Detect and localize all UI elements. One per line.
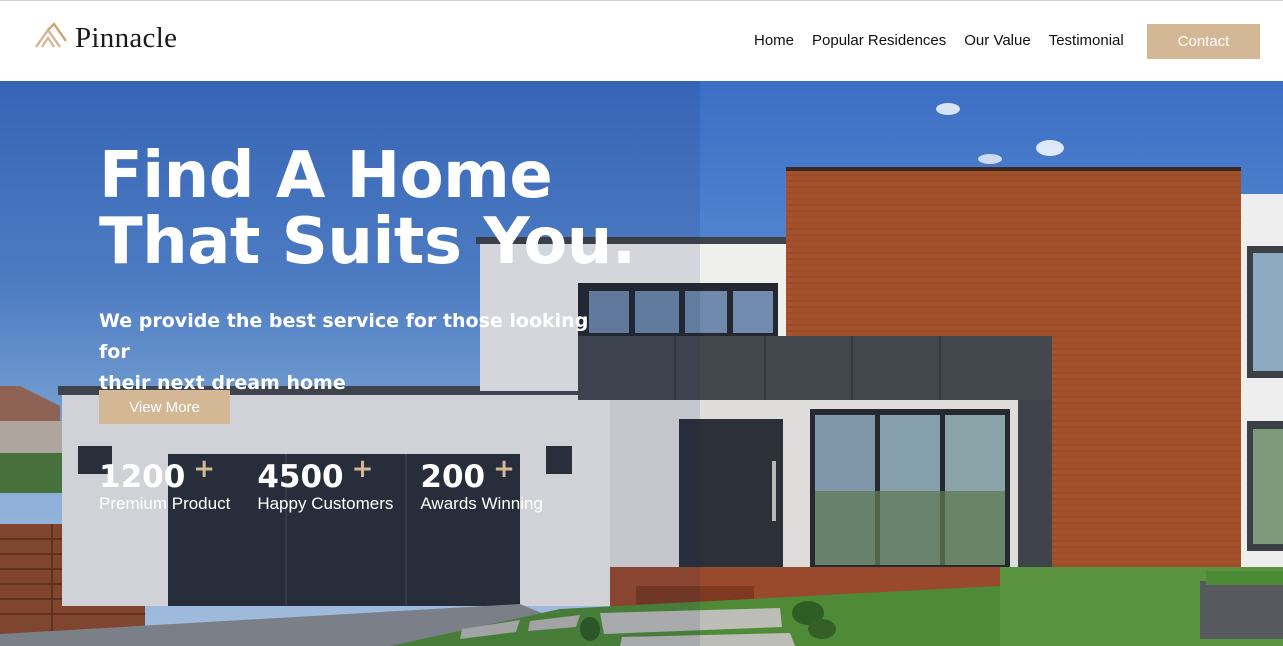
chevron-roof-logo-icon [35,22,67,48]
navbar: Pinnacle Home Popular Residences Our Val… [0,0,1283,81]
nav-our-value[interactable]: Our Value [964,32,1030,49]
plus-icon: + [493,454,515,484]
stat-happy-customers: 4500 + Happy Customers [257,452,393,514]
stat-value: 1200 [99,459,186,495]
hero-title-line-2: That Suits You. [99,205,636,279]
hero-title-line-1: Find A Home [99,139,553,213]
stats-row: 1200 + Premium Product 4500 + Happy Custom… [99,452,570,514]
hero-subtitle: We provide the best service for those lo… [99,306,589,399]
plus-icon: + [193,454,216,484]
nav-popular-residences[interactable]: Popular Residences [812,32,946,49]
view-more-button[interactable]: View More [99,390,230,424]
stat-value-row: 4500 + [257,452,393,494]
stat-value-row: 1200 + [99,452,230,494]
stat-label: Happy Customers [257,494,394,513]
nav-home[interactable]: Home [754,32,794,49]
hero-subtitle-line-1: We provide the best service for those lo… [99,310,589,363]
nav-testimonial[interactable]: Testimonial [1049,32,1124,49]
stat-label: Premium Product [99,494,231,513]
hero-title: Find A Home That Suits You. [99,143,659,275]
stat-value: 4500 [257,459,344,495]
stat-label: Awards Winning [420,494,543,513]
stat-value-row: 200 + [420,452,543,494]
stat-value: 200 [420,459,486,495]
plus-icon: + [351,454,374,484]
contact-button[interactable]: Contact [1147,24,1260,59]
stat-premium-product: 1200 + Premium Product [99,452,230,514]
brand[interactable]: Pinnacle [34,21,177,55]
nav-links: Home Popular Residences Our Value Testim… [754,32,1142,49]
stat-awards-winning: 200 + Awards Winning [420,452,543,514]
hero-section: Find A Home That Suits You. We provide t… [0,81,1283,646]
brand-name: Pinnacle [75,22,178,54]
